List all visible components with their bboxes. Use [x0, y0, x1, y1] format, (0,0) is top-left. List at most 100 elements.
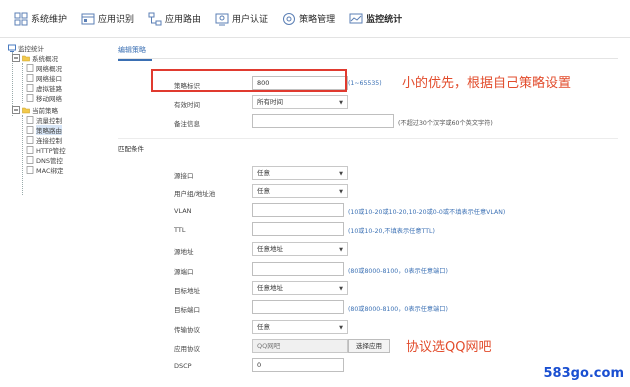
tree-item-label: 连接控制 — [36, 136, 62, 145]
tree-item-label: MAC绑定 — [36, 166, 64, 175]
tree-root[interactable]: 监控统计 — [8, 43, 44, 53]
nav-app-recognition[interactable]: 应用识别 — [81, 12, 134, 26]
folder-icon — [22, 54, 30, 62]
chevron-down-icon: ▼ — [339, 247, 343, 253]
tree-connector — [22, 63, 23, 103]
policy-icon — [282, 12, 296, 26]
page-icon — [26, 73, 34, 82]
tree-item[interactable]: 流量控制 — [26, 115, 62, 125]
app-protocol-value: QQ网吧 — [257, 342, 281, 350]
source-port-select[interactable]: 任意 ▼ — [252, 166, 348, 180]
tree-group-system-overview[interactable]: 系统概况 — [12, 53, 58, 63]
protocol-label: 传输协议 — [174, 326, 200, 334]
src-addr-select[interactable]: 任意地址 ▼ — [252, 242, 348, 256]
page-icon — [26, 83, 34, 92]
chevron-down-icon: ▼ — [339, 325, 343, 331]
tab-divider — [118, 58, 618, 59]
tree-item[interactable]: 移动网络 — [26, 93, 62, 103]
src-addr-label: 源地址 — [174, 248, 194, 256]
page-icon — [26, 165, 34, 174]
grid-icon — [14, 12, 28, 26]
collapse-icon[interactable] — [12, 53, 20, 62]
tree-group-current-policy[interactable]: 当前策略 — [12, 105, 58, 115]
nav-label: 策略管理 — [299, 15, 336, 25]
tree-item[interactable]: 虚拟链路 — [26, 83, 62, 93]
page-icon — [26, 125, 34, 134]
dscp-input[interactable]: 0 — [252, 358, 344, 372]
tree-item-label: HTTP管控 — [36, 146, 66, 155]
section-divider — [118, 138, 618, 139]
tree-item-label: 流量控制 — [36, 116, 62, 125]
priority-annotation: 小的优先，根据自己策略设置 — [402, 76, 572, 91]
tree-item[interactable]: MAC绑定 — [26, 165, 64, 175]
chevron-down-icon: ▼ — [339, 189, 343, 195]
tree-item-label: DNS管控 — [36, 156, 63, 165]
effective-time-label: 有效时间 — [174, 101, 200, 109]
watermark: 583go.com — [543, 366, 625, 381]
tree-root-label: 监控统计 — [18, 44, 44, 53]
ttl-label: TTL — [174, 226, 186, 234]
tree-item-label: 网络概况 — [36, 64, 62, 73]
effective-time-value: 所有时间 — [257, 98, 283, 106]
nav-system-maintenance[interactable]: 系统维护 — [14, 12, 67, 26]
tree-item[interactable]: HTTP管控 — [26, 145, 66, 155]
tree-item[interactable]: 网络接口 — [26, 73, 62, 83]
src-port-hint: (80或8000-8100，0表示任意端口) — [348, 268, 448, 275]
highlight-box — [151, 69, 347, 92]
vlan-label: VLAN — [174, 207, 192, 215]
page-icon — [26, 115, 34, 124]
page-icon — [26, 135, 34, 144]
page-icon — [26, 63, 34, 72]
protocol-select[interactable]: 任意 ▼ — [252, 320, 348, 334]
remark-input[interactable] — [252, 114, 394, 128]
vlan-hint: (10或10-20或10-20,10-20或0-0或不填表示任意VLAN) — [348, 209, 506, 216]
dst-port-label: 目标端口 — [174, 306, 200, 314]
source-port-value: 任意 — [257, 169, 270, 177]
dst-addr-label: 目标地址 — [174, 287, 200, 295]
nav-label: 应用识别 — [98, 15, 135, 25]
source-port-label: 源接口 — [174, 172, 194, 180]
nav-user-auth[interactable]: 用户认证 — [215, 12, 268, 26]
tree-item-label: 虚拟链路 — [36, 84, 62, 93]
user-group-label: 用户组/地址池 — [174, 190, 216, 198]
dst-port-hint: (80或8000-8100，0表示任意端口) — [348, 306, 448, 313]
app-protocol-label: 应用协议 — [174, 345, 200, 353]
select-app-button[interactable]: 选择应用 — [348, 339, 390, 353]
page-icon — [26, 93, 34, 102]
chevron-down-icon: ▼ — [339, 171, 343, 177]
nav-policy-management[interactable]: 策略管理 — [282, 12, 335, 26]
collapse-icon[interactable] — [12, 105, 20, 114]
sidebar-tree: 监控统计 系统概况 网络概况 网络接口 虚拟链路 移动网络 当前策略 流量控制 … — [8, 43, 108, 383]
tree-item[interactable]: 连接控制 — [26, 135, 62, 145]
route-icon — [148, 12, 162, 26]
ttl-input[interactable] — [252, 222, 344, 236]
tree-item[interactable]: DNS管控 — [26, 155, 63, 165]
dst-port-input[interactable] — [252, 300, 344, 314]
dst-addr-select[interactable]: 任意地址 ▼ — [252, 281, 348, 295]
chevron-down-icon: ▼ — [339, 100, 343, 106]
user-group-value: 任意 — [257, 187, 270, 195]
nav-monitor-stats[interactable]: 监控统计 — [349, 12, 402, 26]
user-group-select[interactable]: 任意 ▼ — [252, 184, 348, 198]
tree-item-selected[interactable]: 策略路由 — [26, 124, 62, 135]
tree-item[interactable]: 网络概况 — [26, 63, 62, 73]
src-port-label: 源端口 — [174, 268, 194, 276]
tree-group-label: 当前策略 — [32, 106, 58, 115]
user-icon — [215, 12, 229, 26]
monitor-tree-icon — [8, 44, 16, 52]
effective-time-select[interactable]: 所有时间 ▼ — [252, 95, 348, 109]
tree-connector — [22, 115, 23, 195]
vlan-input[interactable] — [252, 203, 344, 217]
protocol-annotation: 协议选QQ网吧 — [406, 340, 492, 355]
apps-icon — [81, 12, 95, 26]
page-icon — [26, 145, 34, 154]
ttl-hint: (10或10-20,不填表示任意TTL) — [348, 228, 435, 235]
monitor-icon — [349, 12, 363, 26]
top-nav-bar: 系统维护 应用识别 应用路由 用户认证 策略管理 监控统计 — [0, 0, 630, 38]
nav-label: 用户认证 — [232, 15, 269, 25]
remark-hint: (不超过30个汉字或60个英文字符) — [398, 120, 493, 127]
src-addr-value: 任意地址 — [257, 245, 283, 253]
nav-app-routing[interactable]: 应用路由 — [148, 12, 201, 26]
nav-label: 监控统计 — [366, 15, 403, 25]
src-port-input[interactable] — [252, 262, 344, 276]
